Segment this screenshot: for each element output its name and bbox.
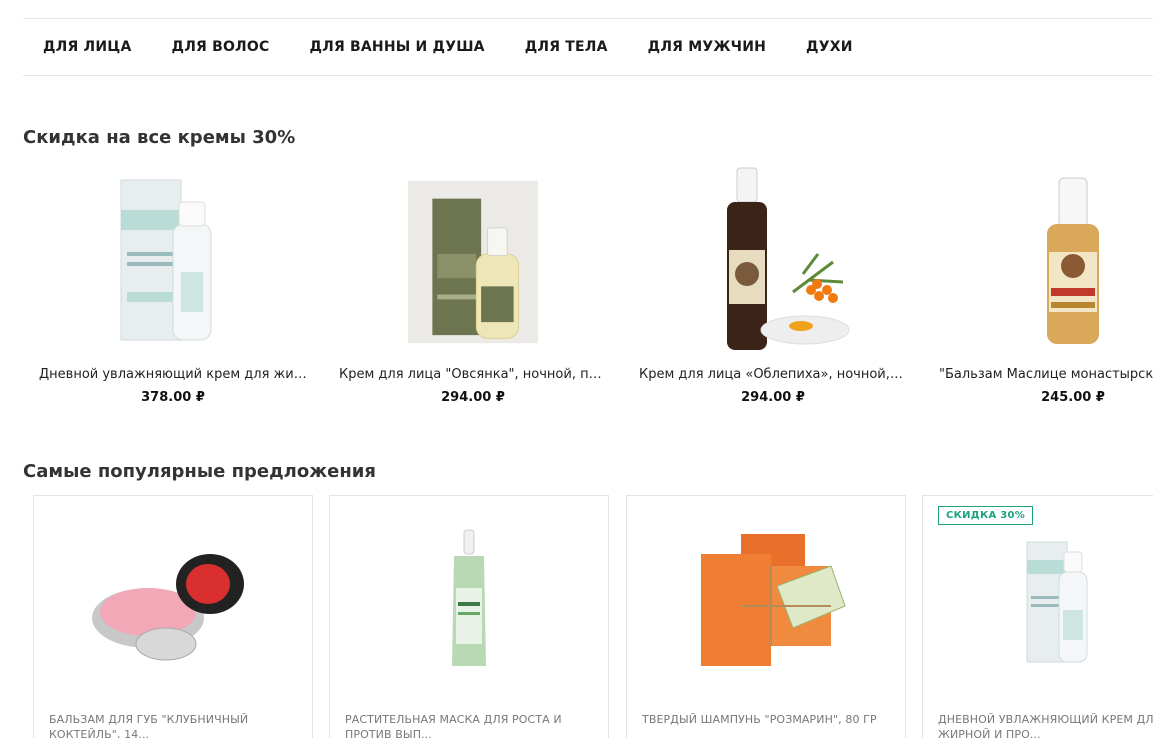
product-image[interactable] (408, 162, 538, 362)
nav-item-body[interactable]: ДЛЯ ТЕЛА (525, 39, 608, 55)
product-name[interactable]: Крем для лица «Облепиха», ночной, питате… (639, 367, 907, 382)
product-card[interactable]: Крем для лица "Овсянка", ночной, питател… (323, 160, 623, 420)
product-image[interactable] (88, 526, 258, 676)
sale-section-title: Скидка на все кремы 30% (23, 127, 296, 148)
product-card[interactable]: "Бальзам Маслице монастырское" 245.00 ₽ (923, 160, 1153, 420)
page: ДЛЯ ЛИЦА ДЛЯ ВОЛОС ДЛЯ ВАННЫ И ДУША ДЛЯ … (0, 0, 1153, 738)
product-name[interactable]: Дневной увлажняющий крем для жирной и пр… (39, 367, 307, 382)
product-image[interactable] (93, 162, 253, 362)
nav-item-men[interactable]: ДЛЯ МУЖЧИН (648, 39, 766, 55)
nav-item-perfume[interactable]: ДУХИ (806, 39, 853, 55)
product-card[interactable]: РАСТИТЕЛЬНАЯ МАСКА ДЛЯ РОСТА И ПРОТИВ ВЫ… (329, 495, 609, 738)
product-name[interactable]: ТВЕРДЫЙ ШАМПУНЬ "РОЗМАРИН", 80 ГР (642, 712, 891, 727)
product-price: 294.00 ₽ (741, 390, 805, 405)
product-image[interactable] (681, 526, 851, 676)
nav-item-face[interactable]: ДЛЯ ЛИЦА (43, 39, 132, 55)
product-name[interactable]: "Бальзам Маслице монастырское" (939, 367, 1153, 382)
product-card[interactable]: СКИДКА 30% ДНЕВНОЙ УВЛАЖНЯЮЩИЙ КРЕМ ДЛЯ … (922, 495, 1153, 738)
sale-carousel: Дневной увлажняющий крем для жирной и пр… (23, 160, 1153, 420)
product-card[interactable]: БАЛЬЗАМ ДЛЯ ГУБ "КЛУБНИЧНЫЙ КОКТЕЙЛЬ", 1… (33, 495, 313, 738)
nav-item-bath[interactable]: ДЛЯ ВАННЫ И ДУША (309, 39, 484, 55)
product-price: 378.00 ₽ (141, 390, 205, 405)
popular-grid: БАЛЬЗАМ ДЛЯ ГУБ "КЛУБНИЧНЫЙ КОКТЕЙЛЬ", 1… (33, 495, 1153, 738)
product-image[interactable] (993, 162, 1153, 362)
product-image[interactable] (384, 526, 554, 676)
product-card[interactable]: Крем для лица «Облепиха», ночной, питате… (623, 160, 923, 420)
popular-section-title: Самые популярные предложения (23, 461, 376, 482)
product-card[interactable]: ТВЕРДЫЙ ШАМПУНЬ "РОЗМАРИН", 80 ГР (626, 495, 906, 738)
category-nav: ДЛЯ ЛИЦА ДЛЯ ВОЛОС ДЛЯ ВАННЫ И ДУША ДЛЯ … (23, 18, 1153, 76)
product-name[interactable]: БАЛЬЗАМ ДЛЯ ГУБ "КЛУБНИЧНЫЙ КОКТЕЙЛЬ", 1… (49, 712, 298, 738)
discount-badge: СКИДКА 30% (938, 506, 1034, 525)
product-name[interactable]: РАСТИТЕЛЬНАЯ МАСКА ДЛЯ РОСТА И ПРОТИВ ВЫ… (345, 712, 594, 738)
product-price: 294.00 ₽ (441, 390, 505, 405)
product-name[interactable]: ДНЕВНОЙ УВЛАЖНЯЮЩИЙ КРЕМ ДЛЯ ЖИРНОЙ И ПР… (938, 712, 1153, 738)
product-image[interactable] (683, 162, 863, 362)
product-card[interactable]: Дневной увлажняющий крем для жирной и пр… (23, 160, 323, 420)
nav-item-hair[interactable]: ДЛЯ ВОЛОС (172, 39, 270, 55)
product-name[interactable]: Крем для лица "Овсянка", ночной, питател… (339, 367, 607, 382)
product-image[interactable] (977, 526, 1147, 676)
product-price: 245.00 ₽ (1041, 390, 1105, 405)
